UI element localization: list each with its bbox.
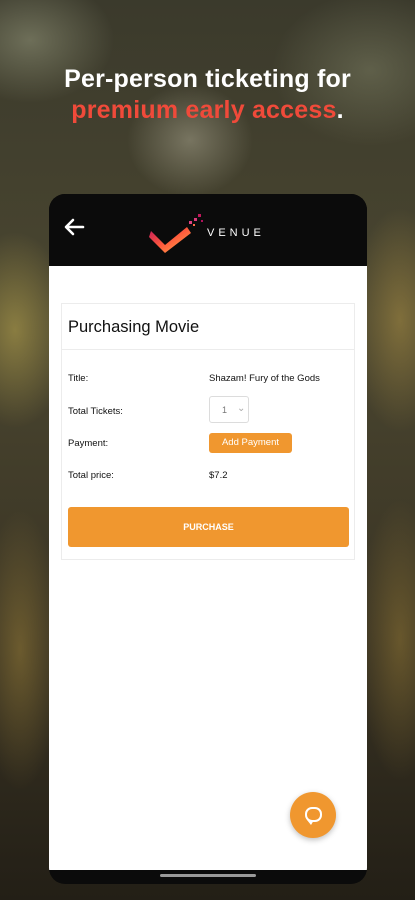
phone-frame: VENUE Purchasing Movie Title: Shazam! Fu… [49,194,367,884]
movie-title-value: Shazam! Fury of the Gods [209,373,320,384]
purchase-screen: Purchasing Movie Title: Shazam! Fury of … [49,266,367,870]
purchase-card: Purchasing Movie Title: Shazam! Fury of … [61,303,355,560]
total-price-value: $7.2 [209,470,228,481]
promo-headline: Per-person ticketing for premium early a… [0,64,415,126]
payment-label: Payment: [68,438,109,449]
back-arrow-svg [64,218,85,236]
purchase-button[interactable]: PURCHASE [68,507,349,547]
headline-accent: premium early access [71,96,337,124]
venue-logo-mark-icon [149,214,203,253]
headline-dot: . [336,96,344,124]
total-tickets-label: Total Tickets: [68,406,123,417]
card-title: Purchasing Movie [62,304,354,350]
app-top-bar: VENUE [49,194,367,266]
home-indicator[interactable] [160,874,256,877]
back-arrow-icon[interactable] [63,216,91,244]
add-payment-button[interactable]: Add Payment [209,433,292,453]
chat-bubble-tail [307,820,314,825]
chat-support-button[interactable] [290,792,336,838]
total-price-label: Total price: [68,470,114,481]
venue-logo: VENUE [149,211,269,257]
title-label: Title: [68,373,89,384]
chevron-down-icon: ⌄ [237,403,246,414]
headline-line2: premium early access. [0,95,415,126]
ticket-quantity-select[interactable]: 1 ⌄ [209,396,249,423]
ticket-quantity-value: 1 [222,405,228,415]
brand-name: VENUE [207,227,265,239]
headline-line1: Per-person ticketing for [64,65,351,93]
